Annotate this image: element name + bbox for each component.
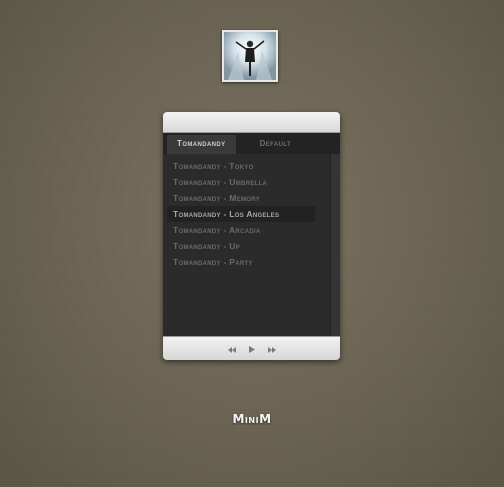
list-item[interactable]: Tomandandy - Umbrella bbox=[167, 174, 315, 190]
list-item[interactable]: Tomandandy - Party bbox=[167, 254, 315, 270]
list-item-selected[interactable]: Tomandandy - Los Angeles bbox=[167, 206, 315, 222]
list-item[interactable]: Tomandandy - Memory bbox=[167, 190, 315, 206]
transport-controls bbox=[163, 336, 340, 360]
music-player-widget: Tomandandy Default Tomandandy - Tokyo To… bbox=[163, 112, 340, 360]
play-icon bbox=[248, 346, 255, 353]
playlist: Tomandandy - Tokyo Tomandandy - Umbrella… bbox=[163, 154, 340, 270]
rewind-icon bbox=[227, 346, 236, 353]
previous-button[interactable] bbox=[227, 345, 237, 355]
next-button[interactable] bbox=[267, 345, 277, 355]
play-button[interactable] bbox=[247, 345, 257, 355]
list-item[interactable]: Tomandandy - Tokyo bbox=[167, 158, 315, 174]
album-art[interactable] bbox=[222, 30, 278, 82]
list-item[interactable]: Tomandandy - Up bbox=[167, 238, 315, 254]
player-title-bar[interactable] bbox=[163, 112, 340, 133]
playlist-scrollbar[interactable] bbox=[330, 154, 340, 336]
app-brand-label: MiniM bbox=[232, 412, 272, 426]
playlist-panel: Tomandandy - Tokyo Tomandandy - Umbrella… bbox=[163, 154, 340, 336]
album-cover-image bbox=[224, 32, 276, 80]
tab-default[interactable]: Default bbox=[250, 135, 301, 154]
list-item[interactable]: Tomandandy - Arcadia bbox=[167, 222, 315, 238]
tab-tomandandy[interactable]: Tomandandy bbox=[167, 135, 236, 154]
playlist-tabs: Tomandandy Default bbox=[163, 133, 340, 154]
fast-forward-icon bbox=[267, 346, 276, 353]
